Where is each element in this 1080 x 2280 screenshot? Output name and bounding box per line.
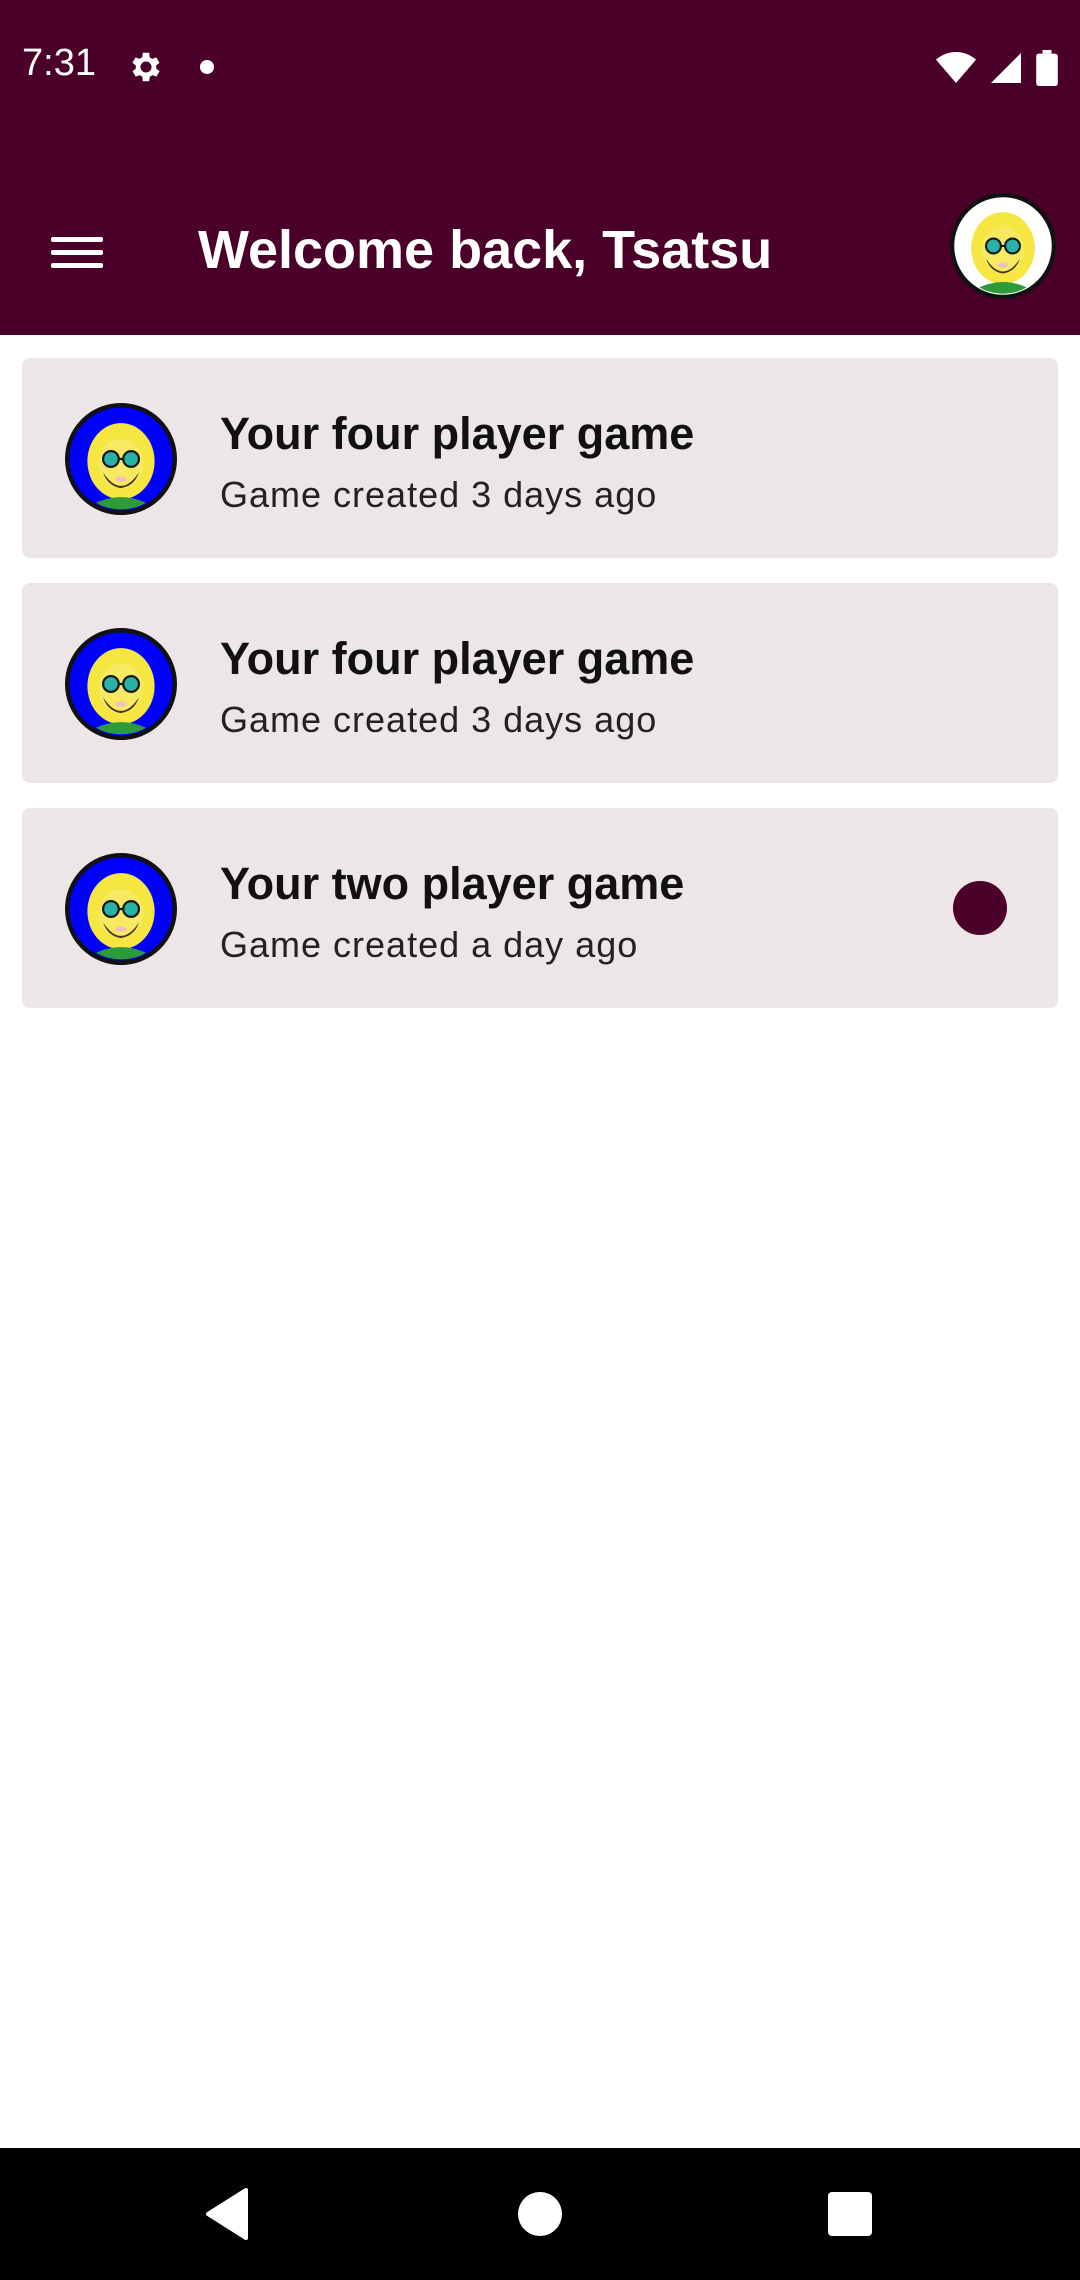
player-avatar [65,403,177,515]
profile-avatar[interactable] [950,193,1056,299]
gear-icon [132,52,160,82]
player-avatar [65,853,177,965]
notification-dot-icon [200,60,214,74]
status-time: 7:31 [22,42,96,84]
game-title: Your two player game [220,858,685,909]
games-list: Your four player game Game created 3 day… [22,358,1058,1033]
game-title: Your four player game [220,633,695,684]
cell-signal-icon [991,53,1021,83]
game-card[interactable]: Your two player game Game created a day … [22,808,1058,1008]
game-title: Your four player game [220,408,695,459]
game-subtitle: Game created a day ago [220,924,639,965]
back-icon[interactable] [202,2188,252,2240]
wifi-icon [936,52,976,83]
status-icons [936,48,1058,88]
home-icon[interactable] [518,2192,562,2236]
hamburger-menu-icon[interactable] [30,205,124,299]
status-bar: 7:31 [0,0,1080,135]
player-avatar [65,628,177,740]
app-bar: Welcome back, Tsatsu [0,135,1080,335]
recents-icon[interactable] [828,2192,872,2236]
game-subtitle: Game created 3 days ago [220,474,658,515]
unread-indicator-icon [953,881,1007,935]
system-nav-bar [0,2148,1080,2280]
game-card[interactable]: Your four player game Game created 3 day… [22,358,1058,558]
game-card[interactable]: Your four player game Game created 3 day… [22,583,1058,783]
battery-icon [1036,50,1058,86]
page-title: Welcome back, Tsatsu [198,220,773,280]
game-subtitle: Game created 3 days ago [220,699,658,740]
